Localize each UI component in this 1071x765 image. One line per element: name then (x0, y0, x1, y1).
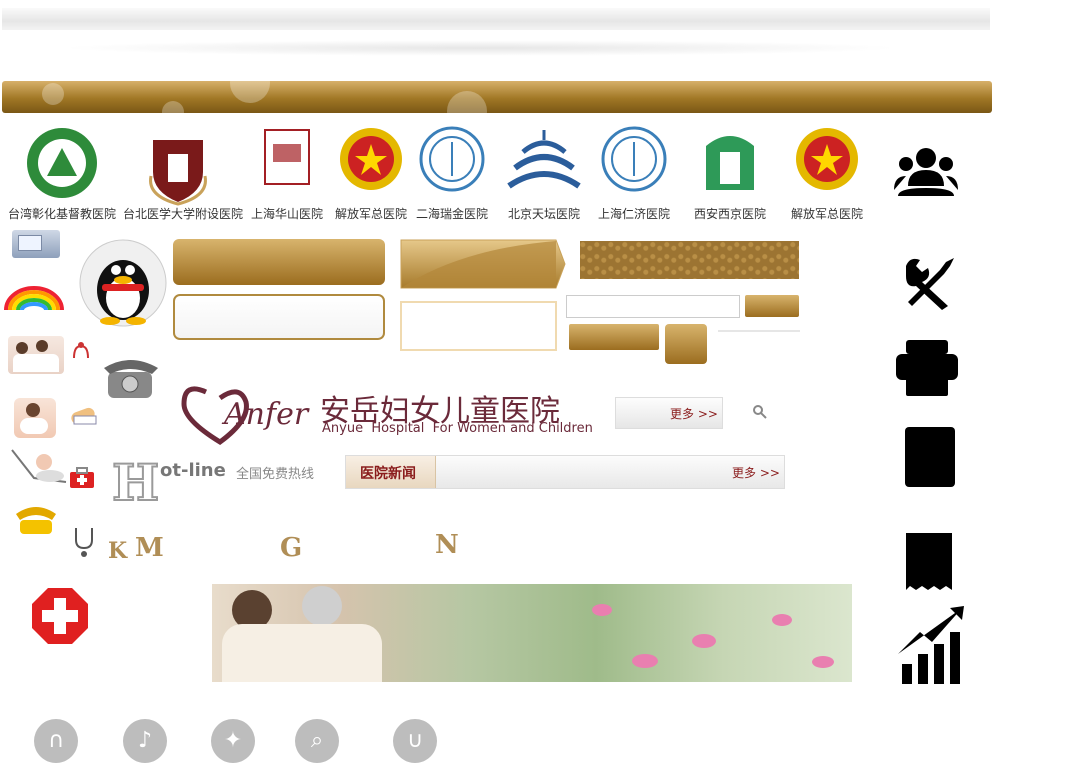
search-box[interactable] (566, 295, 740, 318)
news-title: 医院新闻 (360, 466, 416, 482)
gold-button-large[interactable] (173, 239, 385, 285)
laptop-baby-icon (11, 449, 67, 483)
list-document-icon[interactable] (902, 424, 958, 490)
hospital-name: 上海仁济医院 (597, 207, 670, 221)
hospital-name: 解放军总医院 (790, 207, 863, 221)
anfer-logo: Anfer (181, 386, 310, 446)
news-more-link[interactable]: 更多 >> (732, 464, 780, 481)
move-arrows-circle-icon[interactable]: ✦ (211, 719, 255, 763)
top-shadow (60, 40, 900, 56)
letter-n: N (435, 530, 459, 560)
receipt-icon[interactable] (902, 530, 956, 594)
users-icon[interactable] (892, 140, 960, 202)
brown-pattern-strip (580, 241, 799, 279)
hotline-h-letter: H (111, 453, 160, 512)
tools-icon[interactable] (900, 252, 962, 310)
telephone-icon (104, 360, 158, 398)
red-cross-icon (32, 588, 88, 644)
hospital-logo-9[interactable]: 解放军总医院 (772, 120, 882, 221)
qq-penguin-icon[interactable] (78, 238, 168, 328)
hotline-word: ot-line (160, 460, 226, 481)
letter-g: G (280, 533, 303, 563)
hospital-name: 台北医学大学附设医院 (123, 207, 244, 221)
growth-chart-icon[interactable] (894, 602, 968, 686)
doctors-photo-icon (8, 336, 64, 374)
hospital-name-en: Anyue Hospital For Women and Children (322, 421, 593, 436)
hospital-arch-icon (706, 136, 754, 190)
search-icon[interactable] (752, 404, 768, 420)
first-aid-kit-icon (70, 467, 94, 488)
printer-icon[interactable] (894, 338, 960, 398)
army-badge-icon (340, 128, 402, 190)
letter-k: K (108, 538, 128, 564)
hospital-name: 西安西京医院 (693, 207, 766, 221)
music-note-circle-icon[interactable]: ♪ (123, 719, 167, 763)
temple-of-heaven-icon (507, 130, 581, 189)
computer-icon (12, 230, 60, 258)
hospital-seal-icon (601, 126, 667, 192)
gold-header-bar (2, 81, 992, 113)
bandage-icon (71, 407, 97, 425)
divider-line (718, 330, 800, 332)
outlined-gold-button[interactable] (173, 294, 385, 340)
letter-m: M (135, 533, 164, 563)
rainbow-icon (4, 286, 64, 311)
top-gloss-bar (2, 8, 990, 30)
stethoscope-small-icon (73, 342, 89, 359)
light-gold-box (400, 301, 557, 351)
gold-arrow-tab[interactable] (400, 239, 566, 289)
hotline-label: 全国免费热线 (236, 467, 315, 482)
hospital-logo-8[interactable]: 西安西京医院 (675, 120, 785, 221)
stethoscope-icon (75, 528, 93, 557)
university-crest-icon (149, 140, 207, 206)
user-circle-icon[interactable]: ∩ (34, 719, 78, 763)
search-submit-button[interactable] (745, 295, 799, 317)
small-gold-button[interactable] (569, 324, 659, 350)
army-badge-icon (796, 128, 858, 190)
hospital-logo-2[interactable]: 台北医学大学附设医院 (123, 120, 244, 221)
svg-text:Anfer: Anfer (221, 397, 310, 432)
more-button[interactable]: 更多 >> (615, 397, 723, 429)
hospital-seal-icon (419, 126, 485, 192)
square-gold-button[interactable] (665, 324, 707, 364)
mother-baby-icon (14, 398, 56, 438)
yellow-phone-icon (16, 507, 56, 534)
search-circle-icon[interactable]: ⌕ (295, 719, 339, 763)
hospital-logo-1[interactable]: 台湾彰化基督教医院 (7, 120, 117, 221)
news-bar: 医院新闻 更多 >> (345, 455, 785, 489)
hospital-logo-7[interactable]: 上海仁济医院 (579, 120, 689, 221)
hospital-emblem-icon (27, 128, 97, 198)
tooth-circle-icon[interactable]: ∪ (393, 719, 437, 763)
hospital-name: 台湾彰化基督教医院 (7, 207, 116, 221)
hospital-book-icon (264, 129, 310, 185)
elderly-couple-banner (212, 584, 852, 682)
